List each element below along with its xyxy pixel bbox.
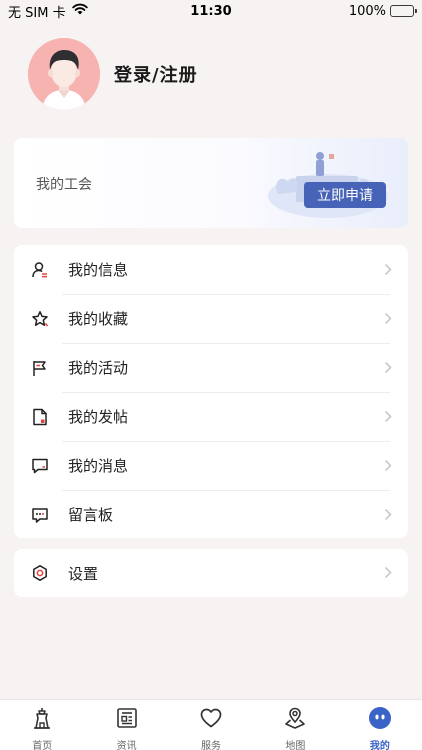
- menu-list: 我的信息 我的收藏 我的活动 我的发帖 我的消息 留言板: [14, 245, 408, 538]
- settings-icon: [30, 563, 50, 583]
- chevron-right-icon: [384, 309, 392, 328]
- tab-home[interactable]: 首页: [0, 700, 84, 750]
- bottom-tab-bar: 首页 资讯 服务 地图 我的: [0, 699, 422, 750]
- carrier-text: 无 SIM 卡: [8, 5, 66, 21]
- tab-services[interactable]: 服务: [169, 700, 253, 750]
- union-title: 我的工会: [36, 177, 92, 193]
- avatar[interactable]: [28, 38, 100, 110]
- menu-item-label: 我的活动: [68, 359, 129, 377]
- comment-icon: [30, 505, 50, 525]
- menu-item-label: 我的收藏: [68, 310, 129, 328]
- home-icon: [30, 706, 54, 734]
- profile-face-icon: [368, 706, 392, 734]
- menu-item-my-info[interactable]: 我的信息: [14, 245, 408, 294]
- tab-label: 首页: [32, 741, 53, 750]
- star-icon: [30, 309, 50, 329]
- tab-label: 服务: [201, 741, 222, 750]
- heart-icon: [199, 706, 223, 734]
- settings-card: 设置: [14, 549, 408, 597]
- message-icon: [30, 456, 50, 476]
- battery-icon: [390, 5, 417, 17]
- map-pin-icon: [283, 706, 307, 734]
- menu-item-label: 我的消息: [68, 457, 129, 475]
- menu-item-label: 我的发帖: [68, 408, 129, 426]
- status-bar: 无 SIM 卡 11:30 100%: [0, 0, 422, 22]
- menu-item-label: 设置: [68, 564, 99, 583]
- union-card[interactable]: 我的工会 立即申请: [14, 138, 408, 228]
- chevron-right-icon: [384, 456, 392, 475]
- flag-icon: [30, 358, 50, 378]
- login-register-link[interactable]: 登录/注册: [114, 61, 198, 87]
- menu-item-settings[interactable]: 设置: [14, 549, 408, 597]
- chevron-right-icon: [384, 407, 392, 426]
- menu-item-my-messages[interactable]: 我的消息: [14, 441, 408, 490]
- menu-item-message-board[interactable]: 留言板: [14, 490, 408, 539]
- battery-percent: 100%: [348, 3, 386, 19]
- tab-mine[interactable]: 我的: [338, 700, 422, 750]
- profile-header[interactable]: 登录/注册: [28, 38, 198, 110]
- tab-label: 我的: [369, 741, 390, 750]
- menu-item-label: 留言板: [68, 506, 114, 524]
- status-right: 100%: [348, 3, 417, 19]
- wifi-icon: [71, 3, 88, 19]
- menu-item-my-posts[interactable]: 我的发帖: [14, 392, 408, 441]
- chevron-right-icon: [384, 260, 392, 279]
- user-info-icon: [30, 260, 50, 280]
- menu-item-label: 我的信息: [68, 261, 129, 279]
- document-icon: [30, 407, 50, 427]
- tab-label: 地图: [285, 741, 306, 750]
- apply-now-button[interactable]: 立即申请: [304, 182, 386, 208]
- menu-item-my-activities[interactable]: 我的活动: [14, 343, 408, 392]
- tab-label: 资讯: [116, 741, 137, 750]
- chevron-right-icon: [384, 505, 392, 524]
- chevron-right-icon: [384, 358, 392, 377]
- tab-map[interactable]: 地图: [253, 700, 337, 750]
- tab-news[interactable]: 资讯: [84, 700, 168, 750]
- chevron-right-icon: [384, 564, 392, 583]
- menu-item-my-favorites[interactable]: 我的收藏: [14, 294, 408, 343]
- status-left: 无 SIM 卡: [8, 2, 88, 21]
- news-icon: [115, 706, 139, 734]
